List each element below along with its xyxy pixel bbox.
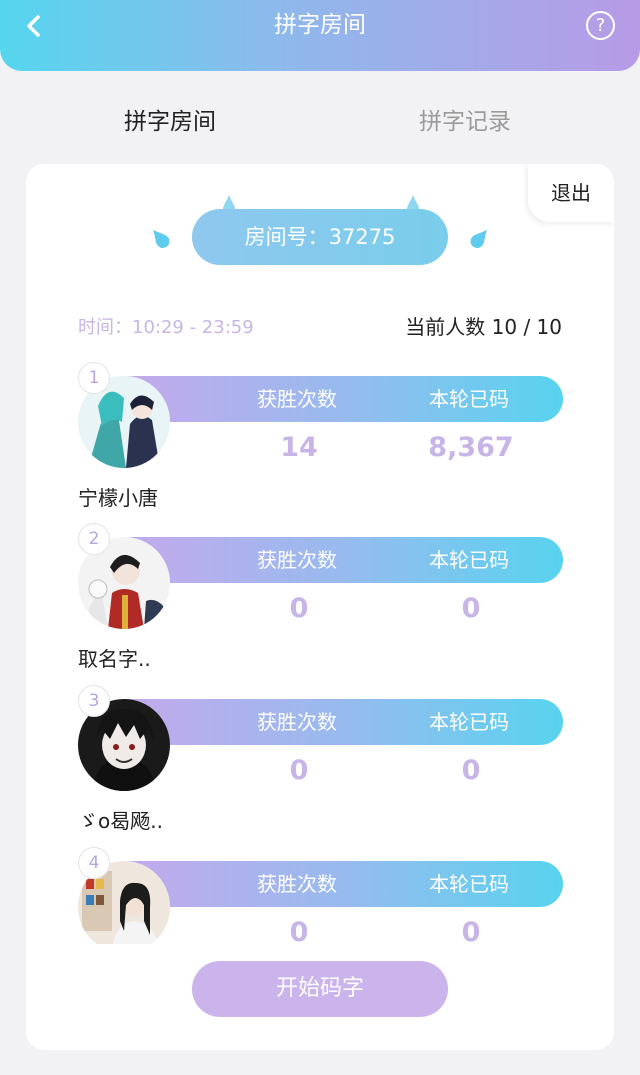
wins-count: 0 xyxy=(289,917,309,944)
typed-label: 本轮已码 xyxy=(429,872,509,896)
wins-label: 获胜次数 xyxy=(257,872,337,896)
help-icon[interactable]: ? xyxy=(586,11,615,40)
rank-badge: 3 xyxy=(78,685,110,717)
player-row: 获胜次数 本轮已码 4 0 0 xyxy=(26,847,614,944)
start-typing-button[interactable]: 开始码字 xyxy=(192,961,448,1017)
player-row: 获胜次数 本轮已码 3 0 0 ゞo曷飏.. xyxy=(26,685,614,845)
wins-count: 0 xyxy=(289,593,309,624)
exit-button[interactable]: 退出 xyxy=(528,164,614,222)
wins-count: 14 xyxy=(280,432,318,463)
typed-count: 0 xyxy=(461,593,481,624)
water-drop-icon xyxy=(470,229,488,248)
room-card: 退出 房间号：37275 时间：10:29 - 23:59 当前人数 10 / … xyxy=(26,164,614,1050)
tab-bar: 拼字房间 拼字记录 xyxy=(0,105,640,145)
typed-label: 本轮已码 xyxy=(429,710,509,734)
wins-label: 获胜次数 xyxy=(257,387,337,411)
water-drop-icon xyxy=(152,229,170,248)
player-row: 获胜次数 本轮已码 2 0 0 取名字.. xyxy=(26,523,614,683)
wins-label: 获胜次数 xyxy=(257,710,337,734)
player-name: 宁檬小唐 xyxy=(78,486,158,510)
tab-room[interactable]: 拼字房间 xyxy=(124,105,216,139)
typed-label: 本轮已码 xyxy=(429,548,509,572)
player-name: ゞo曷飏.. xyxy=(78,809,163,833)
app-header: 拼字房间 ? xyxy=(0,0,640,71)
typed-count: 8,367 xyxy=(428,432,514,463)
typed-label: 本轮已码 xyxy=(429,387,509,411)
player-name: 取名字.. xyxy=(78,647,151,671)
rank-badge: 2 xyxy=(78,523,110,555)
player-row: 获胜次数 本轮已码 1 14 8,367 宁檬小唐 xyxy=(26,362,614,522)
player-count: 当前人数 10 / 10 xyxy=(405,315,562,339)
rank-badge: 1 xyxy=(78,362,110,394)
room-time: 时间：10:29 - 23:59 xyxy=(78,317,254,338)
rank-badge: 4 xyxy=(78,847,110,879)
typed-count: 0 xyxy=(461,755,481,786)
tab-record[interactable]: 拼字记录 xyxy=(419,105,511,139)
wins-count: 0 xyxy=(289,755,309,786)
room-number-badge: 房间号：37275 xyxy=(192,209,448,265)
typed-count: 0 xyxy=(461,917,481,944)
page-title: 拼字房间 xyxy=(274,12,366,38)
wins-label: 获胜次数 xyxy=(257,548,337,572)
